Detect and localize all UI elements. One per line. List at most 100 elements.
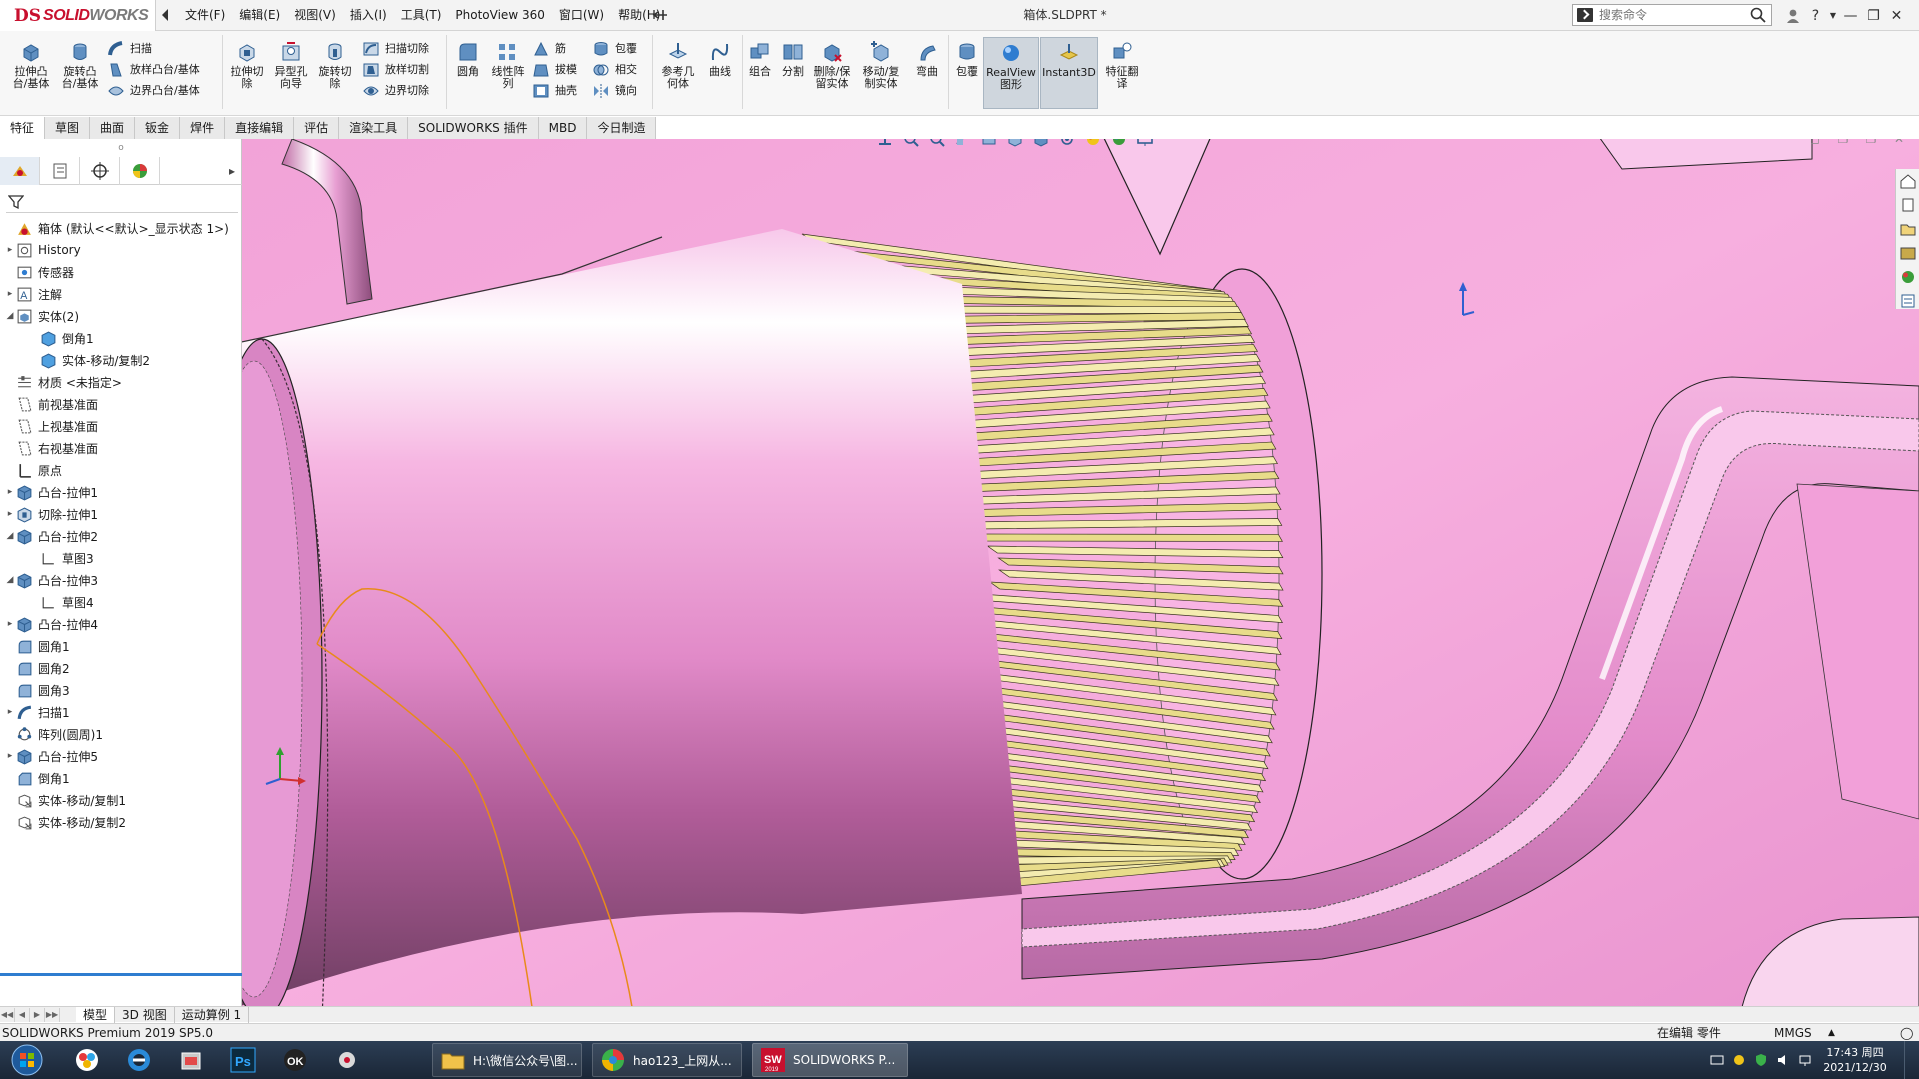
search-commands-box[interactable] [1572,4,1772,26]
tab-5[interactable]: 直接编辑 [225,117,295,139]
tree-item[interactable]: ▸ 扫描1 [0,701,242,723]
delete-keep-body-button[interactable]: 删除/保 留实体 [810,40,854,90]
panel-grip[interactable]: o [0,139,242,157]
next-tab-arrow-icon[interactable]: ▶ [30,1007,45,1022]
view-orientation-button[interactable] [1002,139,1028,151]
search-input[interactable] [1599,6,1749,24]
volume-tray-icon[interactable] [1772,1049,1794,1071]
viewport-restore-icon[interactable]: ❐ [1857,139,1885,149]
rib-button[interactable]: 筋 [532,40,566,58]
tree-item[interactable]: ▸ A 注解 [0,283,242,305]
tab-8[interactable]: SOLIDWORKS 插件 [408,117,539,139]
loft-boss-button[interactable]: 放样凸台/基体 [107,61,200,79]
show-desktop-button[interactable] [1904,1041,1919,1079]
sweep-button[interactable]: 扫描 [107,40,152,58]
menu-item[interactable]: 窗口(W) [552,0,611,31]
graphics-area[interactable]: ◻ ❐ ❐ ✕ [242,139,1919,1007]
minimize-button[interactable]: — [1839,0,1862,31]
collapsed-arrow-icon[interactable]: ▸ [4,239,16,261]
collapsed-arrow-icon[interactable]: ▸ [4,503,16,525]
search-icon[interactable] [1749,6,1767,24]
boundary-cut-button[interactable]: 边界切除 [362,82,429,100]
bottom-tab-2[interactable]: 运动算例 1 [175,1006,250,1023]
taskbar-pinned-tools[interactable] [164,1043,218,1077]
tree-item[interactable]: 圆角2 [0,657,242,679]
tree-item[interactable]: 阵列(圆周)1 [0,723,242,745]
tree-item[interactable]: 圆角1 [0,635,242,657]
edit-appearance-button[interactable] [1080,139,1106,151]
property-manager-tab[interactable] [40,157,80,185]
menu-item[interactable]: 文件(F) [178,0,232,31]
menu-collapse-arrow-icon[interactable] [160,7,170,23]
bottom-tab-1[interactable]: 3D 视图 [115,1006,175,1023]
feature-translate-button[interactable]: 特征翻 译 [1100,40,1144,90]
feature-manager-tab[interactable] [0,157,40,185]
tree-item[interactable]: ▸ 凸台-拉伸4 [0,613,242,635]
extrude-boss-button[interactable]: 拉伸凸 台/基体 [8,40,54,90]
intersect-button[interactable]: 相交 [592,61,637,79]
tree-item[interactable]: ▸ 凸台-拉伸5 [0,745,242,767]
zoom-to-area-button[interactable] [898,139,924,151]
tree-item[interactable]: ▸ 凸台-拉伸1 [0,481,242,503]
help-dropdown-icon[interactable]: ▼ [1827,0,1839,31]
restore-button[interactable]: ❐ [1862,0,1885,31]
taskbar-task-explorer[interactable]: H:\微信公众号\图... [432,1043,582,1077]
menu-item[interactable]: 视图(V) [287,0,343,31]
bottom-tab-0[interactable]: 模型 [76,1006,116,1023]
collapsed-arrow-icon[interactable]: ▸ [4,283,16,305]
network-tray-icon[interactable] [1794,1049,1816,1071]
taskbar-pinned-solidworks-tool[interactable] [320,1043,374,1077]
configuration-manager-tab[interactable] [80,157,120,185]
tab-9[interactable]: MBD [538,117,588,139]
instant3d-button[interactable]: Instant3D [1040,37,1098,109]
linear-pattern-button[interactable]: 线性阵 列 [488,40,528,90]
menu-item[interactable]: 工具(T) [394,0,449,31]
view-settings-button[interactable] [1132,139,1158,151]
start-button[interactable] [4,1043,50,1077]
tree-root-part[interactable]: 箱体 (默认<<默认>_显示状态 1>) [0,217,242,239]
tab-2[interactable]: 曲面 [90,117,136,139]
swept-cut-button[interactable]: 扫描切除 [362,40,429,58]
taskbar-task-browser[interactable]: hao123_上网从... [592,1043,742,1077]
taskbar-pinned-ok-app[interactable]: OK [268,1043,322,1077]
taskbar-task-solidworks[interactable]: SW 2019 SOLIDWORKS P... [752,1043,908,1077]
tab-3[interactable]: 钣金 [135,117,181,139]
draft-button[interactable]: 拔模 [532,61,577,79]
tree-item[interactable]: 圆角3 [0,679,242,701]
keyboard-tray-icon[interactable] [1706,1049,1728,1071]
hole-wizard-button[interactable]: 异型孔 向导 [270,40,312,90]
rollback-bar[interactable] [0,973,242,976]
tree-item[interactable]: ▸ 切除-拉伸1 [0,503,242,525]
taskbar-pinned-photos[interactable] [60,1043,114,1077]
close-button[interactable]: ✕ [1885,0,1908,31]
extrude-cut-button[interactable]: 拉伸切 除 [226,40,268,90]
display-manager-tab[interactable] [120,157,160,185]
tree-item[interactable]: 草图3 [0,547,242,569]
tab-4[interactable]: 焊件 [180,117,226,139]
tree-item[interactable]: 倒角1 [0,327,242,349]
mirror-button[interactable]: 镜向 [592,82,637,100]
security-tray-icon[interactable] [1750,1049,1772,1071]
hide-show-items-button[interactable] [1054,139,1080,151]
tree-item[interactable]: 右视基准面 [0,437,242,459]
dynamic-annotation-button[interactable] [976,139,1002,151]
tree-filter-bar[interactable] [6,191,238,213]
tree-item[interactable]: 原点 [0,459,242,481]
curves-button[interactable]: 曲线 [702,40,738,78]
reference-geometry-button[interactable]: 参考几 何体 [656,40,700,90]
last-tab-arrow-icon[interactable]: ▶▶ [45,1007,60,1022]
flex-button[interactable]: 弯曲 [910,40,944,78]
menu-item[interactable]: PhotoView 360 [448,0,551,31]
move-copy-body-button[interactable]: 移动/复 制实体 [859,40,903,90]
expanded-arrow-icon[interactable]: ◢ [4,525,16,547]
tree-item[interactable]: 倒角1 [0,767,242,789]
tab-0[interactable]: 特征 [0,117,46,139]
tree-item[interactable]: 材质 <未指定> [0,371,242,393]
update-tray-icon[interactable] [1728,1049,1750,1071]
tab-10[interactable]: 今日制造 [587,117,657,139]
revolve-cut-button[interactable]: 旋转切 除 [314,40,356,90]
collapsed-arrow-icon[interactable]: ▸ [4,701,16,723]
previous-view-button[interactable] [924,139,950,151]
taskbar-pinned-ie[interactable] [112,1043,166,1077]
fillet-button[interactable]: 圆角 [450,40,486,78]
